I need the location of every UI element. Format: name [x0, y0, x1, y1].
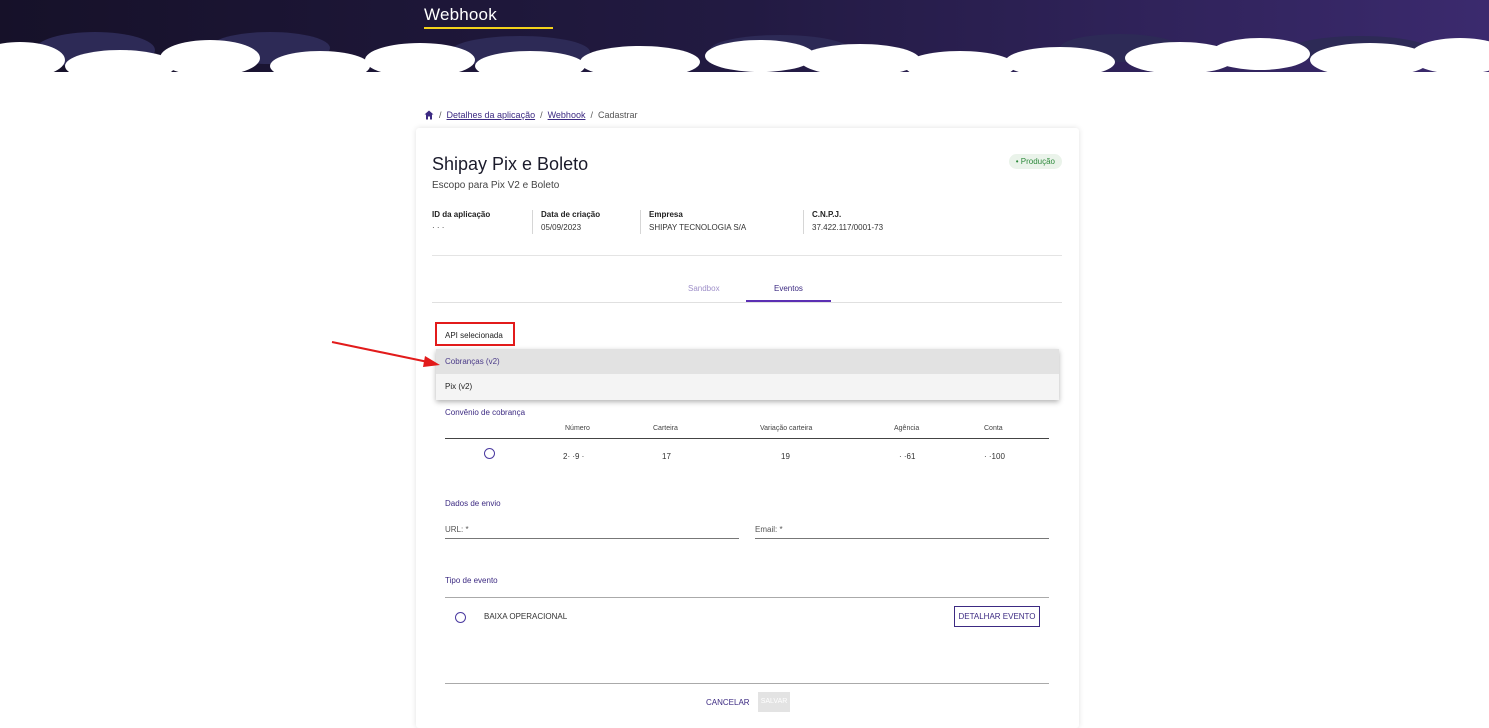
app-info-row: ID da aplicação · · · Data de criação 05… [432, 210, 923, 234]
column-header: Variação carteira [760, 425, 813, 432]
info-value: · · · [432, 223, 445, 232]
home-icon[interactable] [424, 110, 434, 120]
page-header: Webhook [0, 0, 1489, 90]
red-arrow-annotation [331, 341, 440, 367]
convenio-section-title: Convênio de cobrança [445, 408, 526, 417]
url-field[interactable]: URL: * [445, 521, 739, 539]
clouds-decoration [0, 32, 1489, 90]
event-label: BAIXA OPERACIONAL [484, 612, 568, 621]
table-row[interactable]: 2· ·9 · 17 19 · ·61 · ·100 [445, 446, 1049, 466]
evento-section-title: Tipo de evento [445, 576, 498, 585]
info-label: C.N.P.J. [812, 210, 842, 219]
cell-conta: · ·100 [984, 452, 1005, 461]
info-label: Empresa [649, 210, 683, 219]
info-label: Data de criação [541, 210, 601, 219]
dropdown-option-pix[interactable]: Pix (v2) [436, 374, 1059, 399]
header-title-underline [424, 27, 553, 29]
api-select-dropdown[interactable]: Cobranças (v2) Pix (v2) [436, 349, 1059, 400]
info-value: 05/09/2023 [541, 223, 582, 232]
breadcrumb-separator: / [439, 110, 442, 120]
convenio-table-header: Número Carteira Variação carteira Agênci… [445, 422, 1049, 439]
dropdown-option-cobrancas[interactable]: Cobranças (v2) [436, 349, 1059, 374]
header-title: Webhook [424, 5, 497, 24]
info-label: ID da aplicação [432, 210, 491, 219]
column-header: Carteira [653, 425, 678, 432]
info-app-id: ID da aplicação · · · [432, 210, 532, 234]
detail-event-button[interactable]: DETALHAR EVENTO [954, 606, 1040, 627]
webhook-form-card: Shipay Pix e Boleto Escopo para Pix V2 e… [416, 128, 1079, 728]
column-header: Número [565, 425, 590, 432]
app-scope: Escopo para Pix V2 e Boleto [432, 180, 560, 191]
breadcrumb-separator: / [540, 110, 543, 120]
divider [445, 597, 1049, 598]
info-value: SHIPAY TECNOLOGIA S/A [649, 223, 747, 232]
cancel-button[interactable]: CANCELAR [706, 698, 750, 707]
convenio-radio[interactable] [484, 448, 495, 459]
event-radio[interactable] [455, 612, 466, 623]
active-tab-indicator [746, 300, 831, 302]
save-button[interactable]: SALVAR [758, 692, 790, 712]
column-header: Agência [894, 425, 920, 432]
cell-carteira: 17 [662, 452, 671, 461]
tab-sandbox[interactable]: Sandbox [688, 284, 720, 293]
app-name: Shipay Pix e Boleto [432, 154, 589, 174]
divider [445, 683, 1049, 684]
info-cnpj: C.N.P.J. 37.422.117/0001-73 [803, 210, 923, 234]
breadcrumb-app-details-link[interactable]: Detalhes da aplicação [447, 110, 536, 120]
email-field[interactable]: Email: * [755, 521, 1049, 539]
info-created-date: Data de criação 05/09/2023 [532, 210, 640, 234]
envio-section-title: Dados de envio [445, 499, 501, 508]
cell-variacao: 19 [781, 452, 790, 461]
tabs-bar: Sandbox Eventos [432, 278, 1062, 303]
breadcrumb-webhook-link[interactable]: Webhook [548, 110, 586, 120]
breadcrumb-separator: / [590, 110, 593, 120]
breadcrumb: / Detalhes da aplicação / Webhook / Cada… [424, 110, 637, 120]
api-selected-label: API selecionada [435, 322, 515, 346]
column-header: Conta [984, 425, 1003, 432]
cell-agencia: · ·61 [899, 452, 916, 461]
tab-eventos[interactable]: Eventos [774, 284, 803, 293]
cell-numero: 2· ·9 · [563, 452, 585, 461]
info-company: Empresa SHIPAY TECNOLOGIA S/A [640, 210, 803, 234]
info-value: 37.422.117/0001-73 [812, 223, 884, 232]
environment-badge: • Produção [1008, 154, 1062, 169]
breadcrumb-current: Cadastrar [597, 110, 638, 120]
divider [432, 255, 1062, 256]
